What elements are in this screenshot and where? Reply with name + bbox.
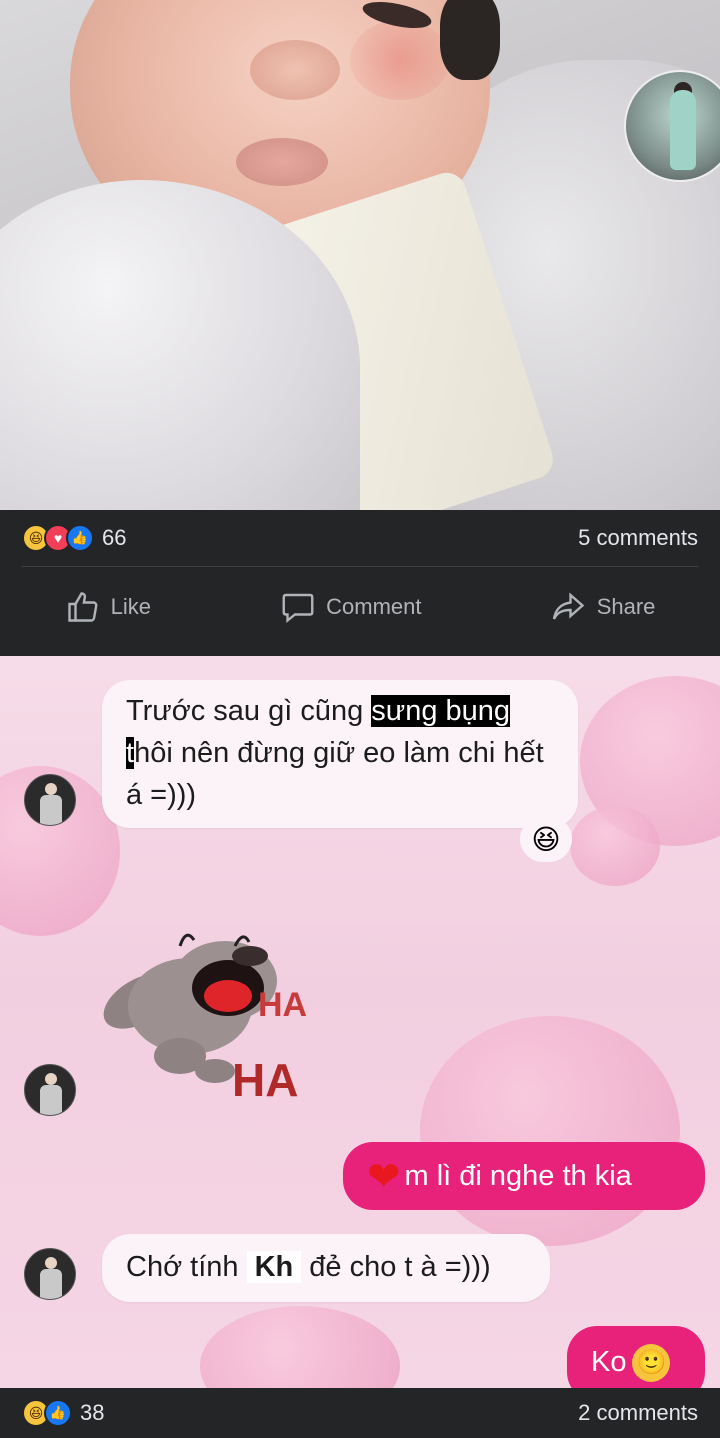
bg-heart <box>200 1306 400 1388</box>
haha-reaction-icon: 😆 <box>531 823 561 855</box>
message-text: đẻ cho t à =))) <box>301 1251 491 1283</box>
avatar-head <box>45 1257 57 1269</box>
avatar-body <box>40 1269 62 1299</box>
red-heart-icon: ❤ <box>367 1155 401 1200</box>
laughing-dog-sticker[interactable]: HA HA <box>100 906 320 1106</box>
baby-nose <box>250 40 340 100</box>
like-label: Like <box>110 594 151 619</box>
message-text: Trước sau gì cũng <box>126 695 372 727</box>
message-text: Chớ tính <box>126 1251 247 1283</box>
comments-count[interactable]: 5 comments <box>578 525 698 551</box>
comment-icon <box>282 593 314 623</box>
highlighted-text: t <box>126 737 135 769</box>
like-button[interactable]: Like <box>65 589 151 625</box>
outgoing-message[interactable]: Ko 🙂 <box>567 1326 705 1388</box>
avatar-head <box>45 1073 57 1085</box>
reaction-summary[interactable]: 😆 ♥ 👍 66 <box>22 524 126 552</box>
bg-heart <box>420 1016 680 1246</box>
post-actions: Like Comment Share <box>0 567 720 647</box>
comment-button[interactable]: Comment <box>280 589 422 625</box>
sticker-text-top: HA <box>258 986 307 1024</box>
avatar-figure <box>670 90 696 170</box>
post-footer-2: 😆 👍 38 2 comments <box>0 1388 720 1438</box>
sender-avatar[interactable] <box>24 1248 76 1300</box>
avatar-body <box>40 1085 62 1115</box>
sender-avatar[interactable] <box>24 1064 76 1116</box>
baby-lips <box>236 138 328 186</box>
post-stats: 😆 ♥ 👍 66 5 comments <box>0 510 720 566</box>
avatar-head <box>45 783 57 795</box>
reaction-count: 66 <box>102 525 127 550</box>
slight-smile-icon: 🙂 <box>632 1344 671 1383</box>
bold-text: Kh <box>246 1251 302 1283</box>
post-photo[interactable] <box>0 0 720 510</box>
sticker-text-bottom: HA <box>232 1054 298 1106</box>
sender-avatar[interactable] <box>24 774 76 826</box>
share-button[interactable]: Share <box>551 589 656 625</box>
message-bubble[interactable]: Chớ tính Kh đẻ cho t à =))) <box>102 1234 550 1302</box>
message-text: hôi nên đừng giữ eo làm chi hết á =))) <box>126 737 544 811</box>
highlighted-text: sưng bụng <box>371 695 511 727</box>
message-bubble[interactable]: Trước sau gì cũng sưng bụng thôi nên đừn… <box>102 680 578 828</box>
reaction-summary[interactable]: 😆 👍 38 <box>22 1399 104 1427</box>
like-icon: 👍 <box>44 1399 72 1427</box>
comments-count[interactable]: 2 comments <box>578 1400 698 1426</box>
message-text: Ko <box>591 1346 627 1378</box>
like-icon: 👍 <box>66 524 94 552</box>
share-icon <box>552 592 585 620</box>
outgoing-message[interactable]: ❤ m lì đi nghe th kia <box>343 1142 705 1210</box>
chat-screenshot[interactable]: Trước sau gì cũng sưng bụng thôi nên đừn… <box>0 656 720 1388</box>
baby-hair <box>440 0 500 80</box>
thumbs-up-icon <box>67 592 98 622</box>
post-footer: 😆 ♥ 👍 66 5 comments Like Comment Share <box>0 510 720 656</box>
baby-cheek <box>350 20 450 100</box>
comment-label: Comment <box>326 594 422 619</box>
message-reaction[interactable]: 😆 <box>520 816 572 862</box>
post-stats: 😆 👍 38 2 comments <box>0 1388 720 1438</box>
bg-heart <box>570 806 660 886</box>
avatar-body <box>40 795 62 825</box>
share-label: Share <box>596 594 656 619</box>
message-text: m lì đi nghe th kia <box>404 1160 632 1192</box>
reaction-count: 38 <box>80 1400 105 1425</box>
